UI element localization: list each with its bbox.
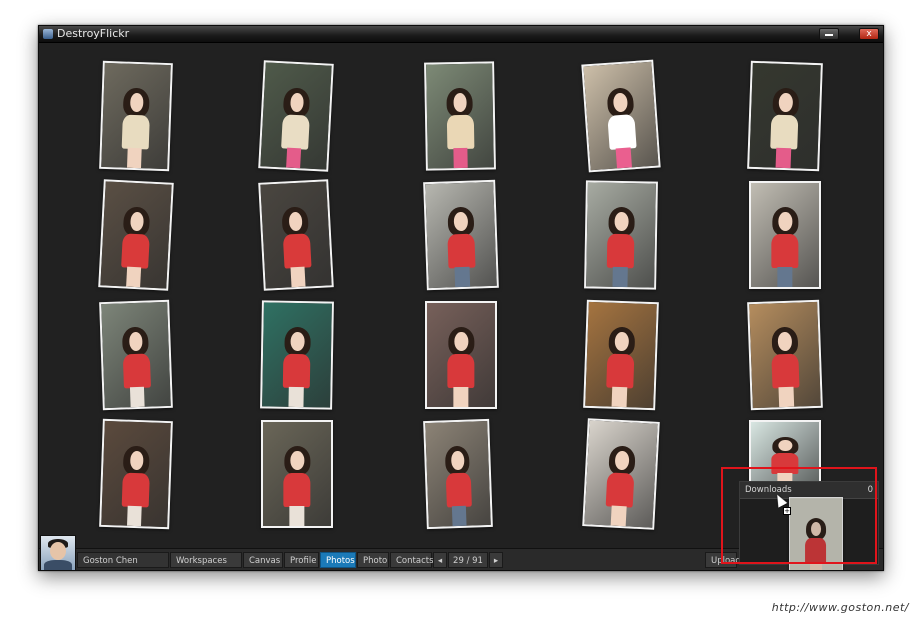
watermark-url: http://www.goston.net/ (771, 601, 909, 614)
avatar-face (50, 542, 66, 560)
user-name-button[interactable]: Goston Chen (77, 552, 169, 568)
minimize-button[interactable] (819, 28, 839, 40)
close-button[interactable]: x (859, 28, 879, 40)
photo-thumbnail[interactable] (582, 418, 660, 530)
photo-thumbnail[interactable] (99, 299, 173, 411)
app-icon (43, 29, 53, 39)
page-indicator: 29 / 91 (448, 552, 488, 568)
photo-thumbnail[interactable] (258, 179, 334, 291)
tab-contacts[interactable]: Contacts (390, 552, 434, 568)
photo-thumbnail[interactable] (581, 59, 661, 173)
photo-thumbnail[interactable] (99, 418, 173, 530)
photo-thumbnail[interactable] (99, 60, 173, 172)
window-title: DestroyFlickr (57, 27, 130, 40)
photo-thumbnail[interactable] (258, 60, 334, 172)
tab-profile[interactable]: Profile (284, 552, 319, 568)
tab-canvas[interactable]: Canvas (243, 552, 283, 568)
photo-thumbnail[interactable] (423, 179, 499, 291)
tab-photos[interactable]: Photos (320, 552, 356, 568)
previous-page-button[interactable]: ◂ (433, 552, 447, 568)
photo-thumbnail[interactable] (747, 60, 823, 172)
photo-thumbnail[interactable] (261, 420, 333, 528)
chevron-left-icon: ◂ (437, 556, 443, 566)
chevron-right-icon: ▸ (493, 556, 499, 566)
photo-thumbnail[interactable] (423, 418, 493, 530)
next-page-button[interactable]: ▸ (489, 552, 503, 568)
photo-thumbnail[interactable] (260, 300, 334, 410)
photo-thumbnail[interactable] (747, 299, 823, 411)
minimize-icon (825, 34, 833, 36)
photo-thumbnail[interactable] (583, 299, 659, 411)
tab-photo[interactable]: Photo (357, 552, 389, 568)
workspaces-button[interactable]: Workspaces (170, 552, 242, 568)
avatar-shirt (44, 560, 72, 570)
photo-thumbnail[interactable] (424, 61, 496, 171)
user-avatar[interactable] (40, 535, 76, 570)
photo-thumbnail[interactable] (749, 181, 821, 289)
highlight-annotation (721, 467, 877, 564)
photo-thumbnail[interactable] (98, 179, 174, 291)
photo-thumbnail[interactable] (425, 301, 497, 409)
title-bar[interactable]: DestroyFlickr x (39, 26, 883, 43)
photo-thumbnail[interactable] (584, 180, 658, 290)
close-icon: x (866, 29, 872, 39)
